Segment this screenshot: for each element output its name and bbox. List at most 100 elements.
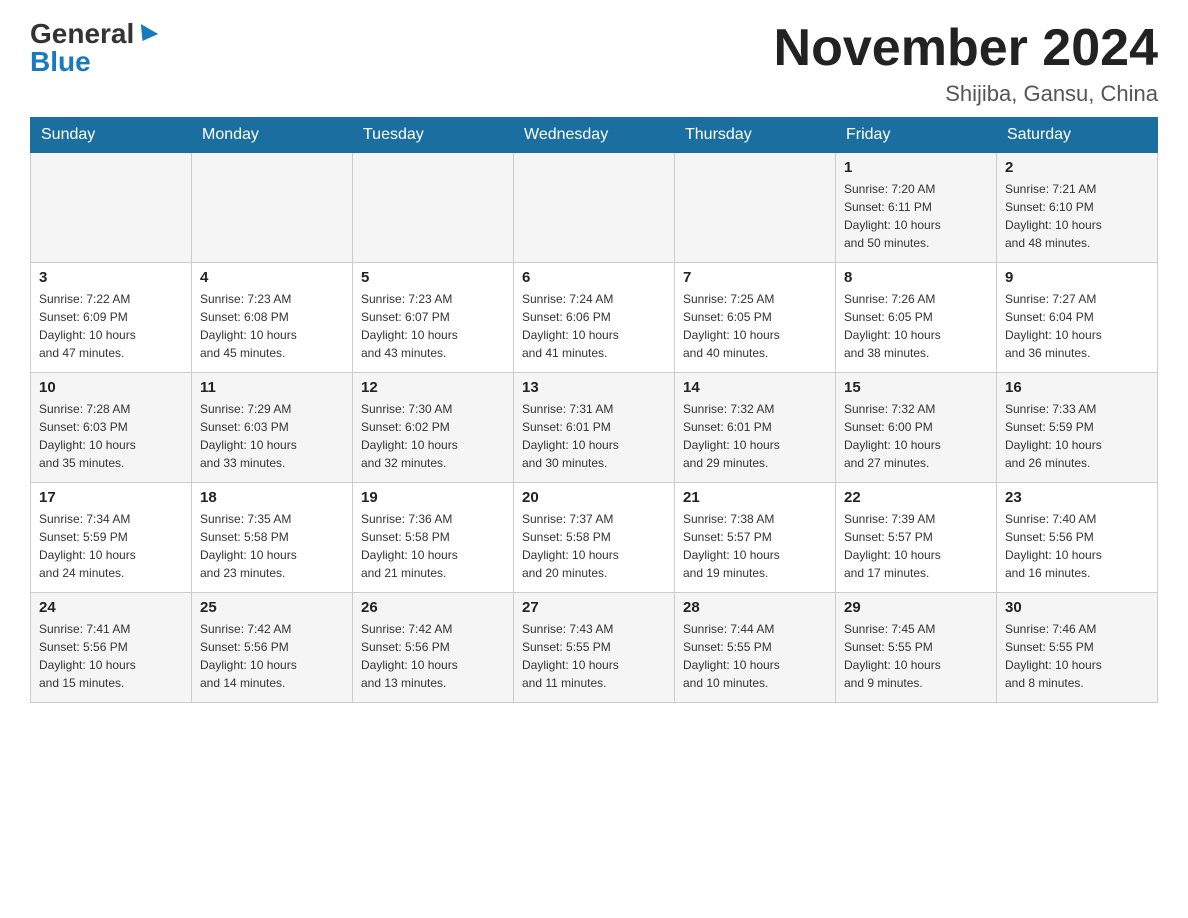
calendar-cell: 23 Sunrise: 7:40 AM Sunset: 5:56 PM Dayli…: [997, 483, 1158, 593]
day-number: 17: [39, 489, 183, 506]
day-number: 25: [200, 599, 344, 616]
calendar-cell: 20Sunrise: 7:37 AM Sunset: 5:58 PM Dayli…: [514, 483, 675, 593]
col-friday: Friday: [836, 118, 997, 153]
logo-blue-text: Blue: [30, 46, 91, 77]
calendar-cell: 12 Sunrise: 7:30 AM Sunset: 6:02 PM Dayli…: [353, 373, 514, 483]
day-info: Sunrise: 7:25 AM Sunset: 6:05 PM Dayligh…: [683, 290, 827, 362]
day-info: Sunrise: 7:42 AM Sunset: 5:56 PM Dayligh…: [361, 620, 505, 692]
col-saturday: Saturday: [997, 118, 1158, 153]
calendar-cell: 19 Sunrise: 7:36 AM Sunset: 5:58 PM Dayli…: [353, 483, 514, 593]
day-info: Sunrise: 7:24 AM Sunset: 6:06 PM Dayligh…: [522, 290, 666, 362]
day-info: Sunrise: 7:34 AM Sunset: 5:59 PM Dayligh…: [39, 510, 183, 582]
calendar-cell: 22 Sunrise: 7:39 AM Sunset: 5:57 PM Dayli…: [836, 483, 997, 593]
day-info: Sunrise: 7:26 AM Sunset: 6:05 PM Dayligh…: [844, 290, 988, 362]
day-info: Sunrise: 7:23 AM Sunset: 6:07 PM Dayligh…: [361, 290, 505, 362]
day-number: 5: [361, 269, 505, 286]
calendar-cell: 17 Sunrise: 7:34 AM Sunset: 5:59 PM Dayli…: [31, 483, 192, 593]
logo-general-text: General: [30, 18, 134, 49]
day-number: 14: [683, 379, 827, 396]
day-number: 30: [1005, 599, 1149, 616]
day-number: 7: [683, 269, 827, 286]
location-text: Shijiba, Gansu, China: [774, 81, 1158, 107]
day-number: 4: [200, 269, 344, 286]
day-info: Sunrise: 7:38 AM Sunset: 5:57 PM Dayligh…: [683, 510, 827, 582]
page-header: General Blue November 2024 Shijiba, Gans…: [30, 20, 1158, 107]
day-number: 29: [844, 599, 988, 616]
day-number: 23: [1005, 489, 1149, 506]
day-number: 24: [39, 599, 183, 616]
calendar-cell: [514, 153, 675, 263]
month-title: November 2024: [774, 20, 1158, 77]
col-monday: Monday: [192, 118, 353, 153]
day-number: 6: [522, 269, 666, 286]
day-info: Sunrise: 7:23 AM Sunset: 6:08 PM Dayligh…: [200, 290, 344, 362]
calendar-cell: 4 Sunrise: 7:23 AM Sunset: 6:08 PM Daylig…: [192, 263, 353, 373]
calendar-cell: 27 Sunrise: 7:43 AM Sunset: 5:55 PM Dayli…: [514, 593, 675, 703]
day-info: Sunrise: 7:42 AM Sunset: 5:56 PM Dayligh…: [200, 620, 344, 692]
day-info: Sunrise: 7:43 AM Sunset: 5:55 PM Dayligh…: [522, 620, 666, 692]
calendar-cell: [192, 153, 353, 263]
day-number: 13: [522, 379, 666, 396]
calendar-cell: 10 Sunrise: 7:28 AM Sunset: 6:03 PM Dayli…: [31, 373, 192, 483]
calendar-cell: 21Sunrise: 7:38 AM Sunset: 5:57 PM Dayli…: [675, 483, 836, 593]
calendar-table: Sunday Monday Tuesday Wednesday Thursday…: [30, 117, 1158, 703]
logo-top: General: [30, 20, 156, 48]
day-number: 22: [844, 489, 988, 506]
calendar-cell: 29 Sunrise: 7:45 AM Sunset: 5:55 PM Dayli…: [836, 593, 997, 703]
day-info: Sunrise: 7:33 AM Sunset: 5:59 PM Dayligh…: [1005, 400, 1149, 472]
calendar-week-5: 24 Sunrise: 7:41 AM Sunset: 5:56 PM Dayli…: [31, 593, 1158, 703]
day-number: 26: [361, 599, 505, 616]
logo: General Blue: [30, 20, 156, 76]
calendar-week-2: 3 Sunrise: 7:22 AM Sunset: 6:09 PM Daylig…: [31, 263, 1158, 373]
day-info: Sunrise: 7:22 AM Sunset: 6:09 PM Dayligh…: [39, 290, 183, 362]
day-info: Sunrise: 7:32 AM Sunset: 6:00 PM Dayligh…: [844, 400, 988, 472]
logo-triangle-icon: [134, 24, 158, 46]
day-info: Sunrise: 7:45 AM Sunset: 5:55 PM Dayligh…: [844, 620, 988, 692]
day-number: 19: [361, 489, 505, 506]
day-number: 16: [1005, 379, 1149, 396]
col-thursday: Thursday: [675, 118, 836, 153]
calendar-cell: 6 Sunrise: 7:24 AM Sunset: 6:06 PM Daylig…: [514, 263, 675, 373]
day-number: 15: [844, 379, 988, 396]
day-info: Sunrise: 7:41 AM Sunset: 5:56 PM Dayligh…: [39, 620, 183, 692]
day-info: Sunrise: 7:29 AM Sunset: 6:03 PM Dayligh…: [200, 400, 344, 472]
calendar-week-1: 1 Sunrise: 7:20 AM Sunset: 6:11 PM Daylig…: [31, 153, 1158, 263]
day-info: Sunrise: 7:35 AM Sunset: 5:58 PM Dayligh…: [200, 510, 344, 582]
calendar-cell: 28Sunrise: 7:44 AM Sunset: 5:55 PM Dayli…: [675, 593, 836, 703]
calendar-cell: 1 Sunrise: 7:20 AM Sunset: 6:11 PM Daylig…: [836, 153, 997, 263]
calendar-cell: 25 Sunrise: 7:42 AM Sunset: 5:56 PM Dayli…: [192, 593, 353, 703]
day-number: 2: [1005, 159, 1149, 176]
day-info: Sunrise: 7:37 AM Sunset: 5:58 PM Dayligh…: [522, 510, 666, 582]
calendar-cell: 26 Sunrise: 7:42 AM Sunset: 5:56 PM Dayli…: [353, 593, 514, 703]
calendar-cell: 13Sunrise: 7:31 AM Sunset: 6:01 PM Dayli…: [514, 373, 675, 483]
calendar-cell: 3 Sunrise: 7:22 AM Sunset: 6:09 PM Daylig…: [31, 263, 192, 373]
day-number: 27: [522, 599, 666, 616]
calendar-cell: 14Sunrise: 7:32 AM Sunset: 6:01 PM Dayli…: [675, 373, 836, 483]
day-info: Sunrise: 7:20 AM Sunset: 6:11 PM Dayligh…: [844, 180, 988, 252]
calendar-cell: 30Sunrise: 7:46 AM Sunset: 5:55 PM Dayli…: [997, 593, 1158, 703]
calendar-week-4: 17 Sunrise: 7:34 AM Sunset: 5:59 PM Dayli…: [31, 483, 1158, 593]
day-info: Sunrise: 7:27 AM Sunset: 6:04 PM Dayligh…: [1005, 290, 1149, 362]
calendar-cell: 16 Sunrise: 7:33 AM Sunset: 5:59 PM Dayli…: [997, 373, 1158, 483]
day-number: 3: [39, 269, 183, 286]
calendar-cell: 5 Sunrise: 7:23 AM Sunset: 6:07 PM Daylig…: [353, 263, 514, 373]
col-tuesday: Tuesday: [353, 118, 514, 153]
day-number: 1: [844, 159, 988, 176]
day-info: Sunrise: 7:40 AM Sunset: 5:56 PM Dayligh…: [1005, 510, 1149, 582]
day-number: 12: [361, 379, 505, 396]
day-info: Sunrise: 7:39 AM Sunset: 5:57 PM Dayligh…: [844, 510, 988, 582]
calendar-cell: 15 Sunrise: 7:32 AM Sunset: 6:00 PM Dayli…: [836, 373, 997, 483]
day-info: Sunrise: 7:36 AM Sunset: 5:58 PM Dayligh…: [361, 510, 505, 582]
day-info: Sunrise: 7:30 AM Sunset: 6:02 PM Dayligh…: [361, 400, 505, 472]
calendar-cell: 24 Sunrise: 7:41 AM Sunset: 5:56 PM Dayli…: [31, 593, 192, 703]
calendar-cell: 8 Sunrise: 7:26 AM Sunset: 6:05 PM Daylig…: [836, 263, 997, 373]
calendar-header-row: Sunday Monday Tuesday Wednesday Thursday…: [31, 118, 1158, 153]
day-number: 28: [683, 599, 827, 616]
calendar-cell: 7 Sunrise: 7:25 AM Sunset: 6:05 PM Daylig…: [675, 263, 836, 373]
day-info: Sunrise: 7:28 AM Sunset: 6:03 PM Dayligh…: [39, 400, 183, 472]
day-number: 8: [844, 269, 988, 286]
calendar-cell: 18 Sunrise: 7:35 AM Sunset: 5:58 PM Dayli…: [192, 483, 353, 593]
day-number: 10: [39, 379, 183, 396]
calendar-cell: 2Sunrise: 7:21 AM Sunset: 6:10 PM Daylig…: [997, 153, 1158, 263]
day-number: 18: [200, 489, 344, 506]
